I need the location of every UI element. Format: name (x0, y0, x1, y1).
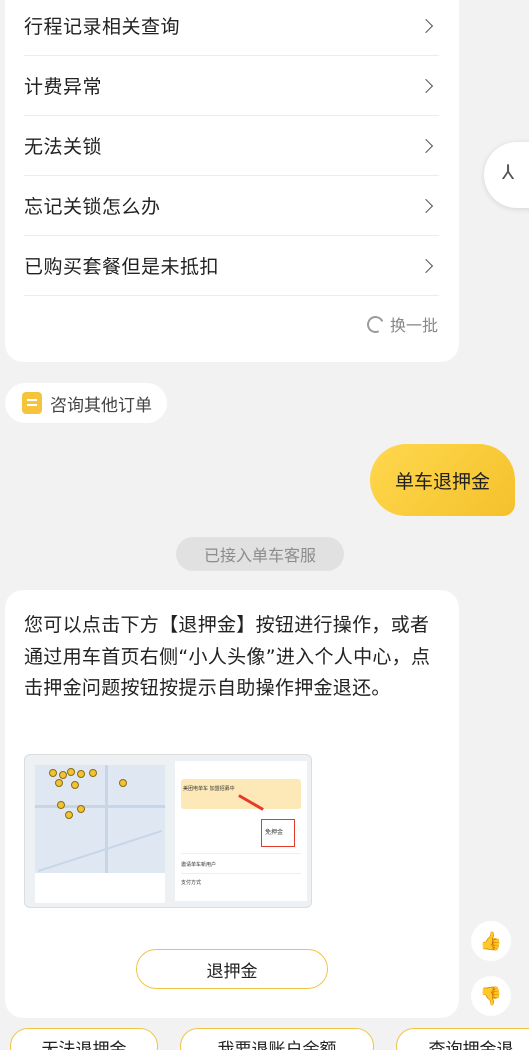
chevron-right-icon (421, 259, 435, 273)
quick-reply-bar: 无法退押金 我要退账户余额 查询押金退 (0, 1028, 529, 1050)
thumbs-down-icon[interactable]: 👎 (471, 976, 511, 1016)
consult-other-order-chip[interactable]: 咨询其他订单 (5, 383, 167, 423)
thumb-invite-text: 邀请单车新用户 (181, 862, 217, 868)
faq-item-label: 行程记录相关查询 (24, 16, 181, 38)
quick-reply-label: 查询押金退 (428, 1040, 514, 1050)
faq-item-label: 已购买套餐但是未抵扣 (24, 256, 220, 278)
faq-list: 行程记录相关查询 计费异常 无法关锁 忘记关锁怎么办 已购买套餐但是未抵扣 (24, 0, 439, 296)
user-message-bubble: 单车退押金 (370, 444, 515, 516)
faq-item[interactable]: 行程记录相关查询 (24, 0, 439, 56)
guide-screenshot-image[interactable]: 美团电单车 加盟招募中 免押金 邀请单车新用户 支付方式 (24, 754, 312, 908)
thumb-deposit-free-text: 免押金 (265, 829, 284, 836)
system-notice-text: 已接入单车客服 (203, 546, 316, 565)
quick-reply-no-refund[interactable]: 无法退押金 (10, 1028, 158, 1050)
faq-item-label: 计费异常 (24, 76, 103, 98)
system-notice: 已接入单车客服 (176, 537, 344, 571)
chevron-right-icon (421, 19, 435, 33)
user-message-text: 单车退押金 (394, 470, 490, 493)
faq-item[interactable]: 无法关锁 (24, 116, 439, 176)
thumb-pay-text: 支付方式 (181, 880, 202, 886)
agent-reply-text: 您可以点击下方【退押金】按钮进行操作，或者通过用车首页右侧“小人头像”进入个人中… (24, 614, 431, 699)
refund-deposit-label: 退押金 (206, 961, 258, 982)
quick-reply-label: 无法退押金 (41, 1040, 127, 1050)
profile-panel-thumbnail: 美团电单车 加盟招募中 免押金 邀请单车新用户 支付方式 (175, 761, 307, 901)
agent-reply-card: 您可以点击下方【退押金】按钮进行操作，或者通过用车首页右侧“小人头像”进入个人中… (5, 590, 459, 1018)
faq-item[interactable]: 计费异常 (24, 56, 439, 116)
map-thumbnail (35, 765, 165, 883)
chevron-right-icon (421, 139, 435, 153)
quick-reply-query-deposit[interactable]: 查询押金退 (396, 1028, 529, 1050)
faq-item-label: 无法关锁 (24, 136, 103, 158)
faq-item-label: 忘记关锁怎么办 (24, 196, 161, 218)
side-float-icon: ⅄ (502, 160, 515, 184)
consult-chip-label: 咨询其他订单 (50, 395, 152, 416)
thumbs-up-icon[interactable]: 👍 (471, 921, 511, 961)
faq-card: 行程记录相关查询 计费异常 无法关锁 忘记关锁怎么办 已购买套餐但是未抵扣 换一… (5, 0, 459, 362)
document-icon (22, 392, 42, 414)
refresh-batch-button[interactable]: 换一批 (364, 312, 438, 336)
refresh-icon (364, 313, 387, 335)
chevron-right-icon (421, 79, 435, 93)
side-float-button[interactable]: ⅄ (484, 142, 529, 208)
refund-deposit-button[interactable]: 退押金 (136, 949, 328, 989)
quick-reply-balance-refund[interactable]: 我要退账户余额 (180, 1028, 374, 1050)
quick-reply-label: 我要退账户余额 (217, 1040, 337, 1050)
faq-item[interactable]: 已购买套餐但是未抵扣 (24, 236, 439, 296)
chevron-right-icon (421, 199, 435, 213)
chat-screen: 行程记录相关查询 计费异常 无法关锁 忘记关锁怎么办 已购买套餐但是未抵扣 换一… (0, 0, 529, 1050)
map-bottom-panel (35, 873, 165, 903)
faq-item[interactable]: 忘记关锁怎么办 (24, 176, 439, 236)
thumb-banner-text: 美团电单车 加盟招募中 (183, 786, 235, 792)
refresh-label: 换一批 (389, 316, 438, 335)
